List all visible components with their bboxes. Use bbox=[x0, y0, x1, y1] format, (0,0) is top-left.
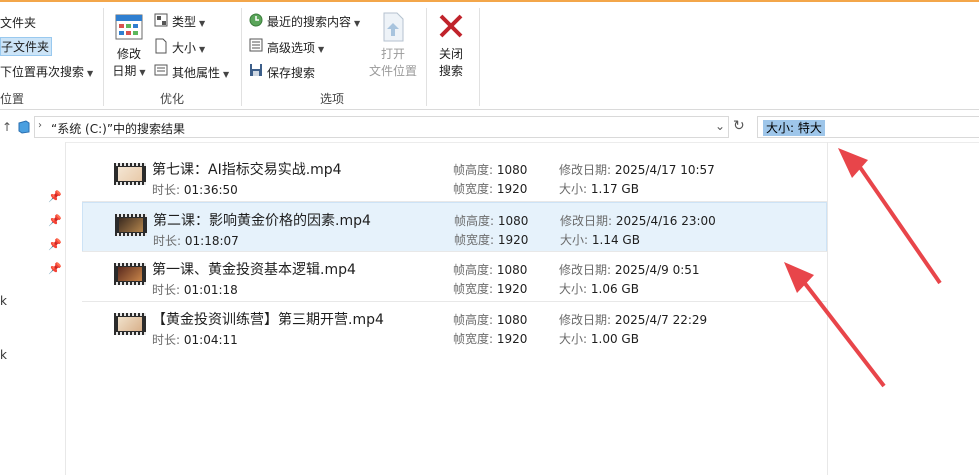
annotation-arrow-search bbox=[838, 148, 942, 285]
annotation-arrow-list bbox=[784, 262, 886, 388]
annotation-arrows bbox=[784, 148, 942, 388]
